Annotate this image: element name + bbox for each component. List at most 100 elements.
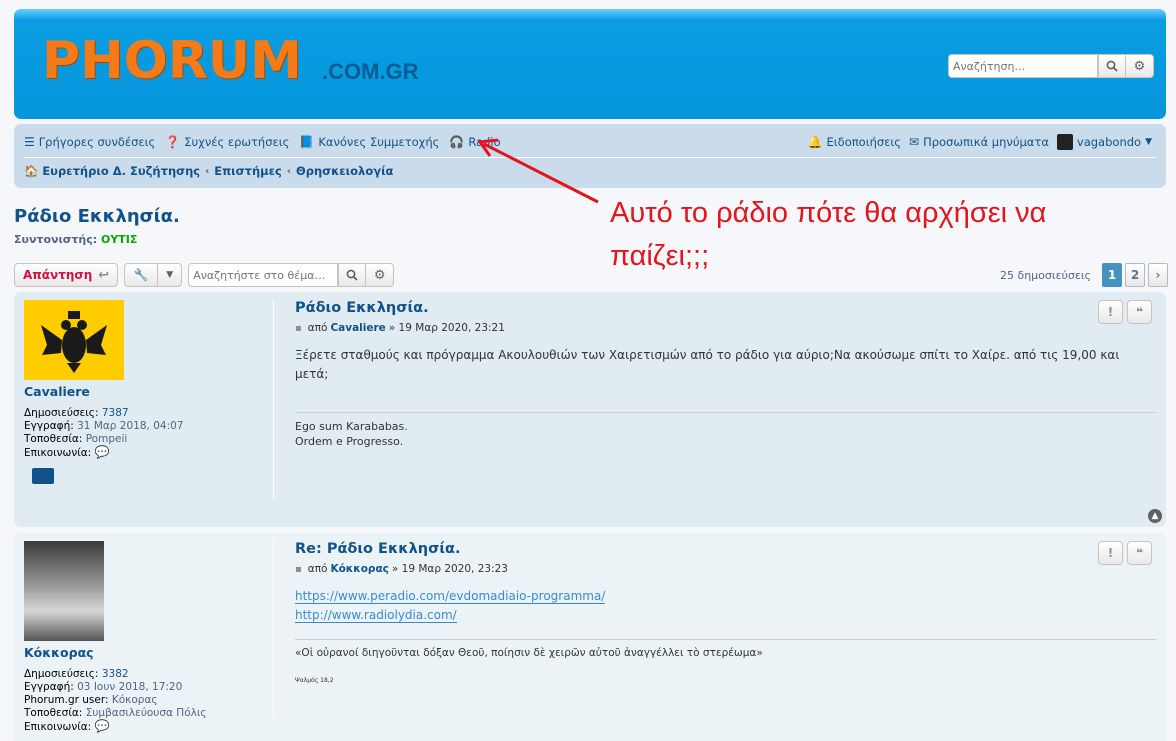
nav-user-links: 🔔 Ειδοποιήσεις ✉ Προσωπικά μηνύματα vagabo… (800, 134, 1156, 150)
post-content: https://www.peradio.com/evdomadiaio-prog… (295, 587, 1156, 625)
header-search: ⚙ (948, 54, 1154, 78)
post-profile: Cavaliere Δημοσιεύσεις: 7387 Εγγραφή: 31… (24, 300, 274, 484)
site-logo[interactable]: PHORUM (42, 31, 302, 91)
reply-button[interactable]: Απάντηση ↩ (14, 263, 119, 287)
quote-button[interactable]: ❝ (1127, 541, 1152, 565)
posts-count[interactable]: 7387 (102, 407, 129, 419)
moderator-name[interactable]: ΟΥΤΙΣ (101, 233, 137, 246)
topic-title[interactable]: Ράδιο Εκκλησία. (14, 206, 180, 227)
inbox-icon: ✉ (909, 135, 920, 149)
topic-search-button[interactable] (338, 263, 367, 287)
search-icon (346, 269, 358, 281)
avatar[interactable] (24, 541, 104, 641)
topic-search-input[interactable] (188, 263, 339, 287)
caret-down-icon: ▼ (166, 270, 174, 280)
contact-card-icon[interactable] (32, 468, 54, 484)
breadcrumb-religion[interactable]: Θρησκειολογία (296, 164, 394, 178)
signature-line: Ego sum Karababas. (295, 420, 408, 433)
signature-line: «Οἱ οὐρανοί διηγοῦνται δόξαν Θεοῦ, ποίησ… (295, 647, 763, 659)
post: Κόκκορας Δημοσιεύσεις: 3382 Εγγραφή: 03 … (14, 533, 1166, 741)
chat-bubble-icon[interactable]: 💬 (95, 445, 110, 459)
profile-divider (273, 541, 274, 717)
nav-rules[interactable]: 📘 Κανόνες Συμμετοχής (299, 135, 439, 149)
nav-faq[interactable]: ❓ Συχνές ερωτήσεις (165, 135, 289, 149)
by-label: από (307, 563, 328, 575)
user-value: Κόκορας (111, 694, 158, 706)
joined-date: 03 Ιουν 2018, 17:20 (77, 681, 183, 693)
location-label: Τοποθεσία: (24, 433, 83, 445)
site-header: PHORUM .COM.GR ⚙ (14, 9, 1166, 119)
topic-search: ⚙ (188, 263, 395, 287)
moderator-label: Συντονιστής: (14, 233, 98, 246)
signature-line: Ordem e Progresso. (295, 435, 404, 448)
chevron-right-icon: › (1155, 268, 1161, 282)
post-link[interactable]: https://www.peradio.com/evdomadiaio-prog… (295, 589, 606, 604)
contact-label: Επικοινωνία: (24, 447, 92, 459)
posts-label: Δημοσιεύσεις: (24, 407, 99, 419)
signature: «Οἱ οὐρανοί διηγοῦνται δόξαν Θεοῦ, ποίησ… (295, 639, 1156, 688)
avatar[interactable] (24, 300, 124, 380)
report-button[interactable]: ! (1098, 300, 1123, 324)
site-logo-suffix[interactable]: .COM.GR (322, 59, 419, 85)
header-search-input[interactable] (948, 54, 1098, 78)
pagination: 25 δημοσιεύσεις 1 2 › (1000, 263, 1168, 287)
post-author-line: ▪ από Cavaliere » 19 Μαρ 2020, 23:21 (295, 322, 1156, 334)
posts-label: Δημοσιεύσεις: (24, 668, 99, 680)
search-button[interactable] (1098, 54, 1126, 78)
quote-button[interactable]: ❝ (1127, 300, 1152, 324)
topic-tools-button[interactable]: 🔧 (124, 263, 159, 287)
nav-quick-links[interactable]: ☰ Γρήγορες συνδέσεις (24, 135, 155, 149)
breadcrumb-index[interactable]: Ευρετήριο Δ. Συζήτησης (42, 164, 200, 178)
action-bar: Απάντηση ↩ 🔧 ▼ ⚙ (14, 263, 395, 287)
annotation-arrow (477, 138, 599, 204)
page-1[interactable]: 1 (1102, 263, 1122, 287)
moderator-info: Συντονιστής: ΟΥΤΙΣ (14, 233, 137, 246)
chat-bubble-icon[interactable]: 💬 (95, 719, 110, 733)
menu-icon: ☰ (24, 135, 35, 149)
author-link[interactable]: Κόκκορας (330, 563, 388, 575)
gear-icon: ⚙ (373, 267, 386, 283)
post-date: » 19 Μαρ 2020, 23:23 (391, 563, 508, 575)
search-icon (1106, 60, 1118, 72)
location-label: Τοποθεσία: (24, 707, 83, 719)
post-author-name[interactable]: Κόκκορας (24, 645, 274, 660)
gear-icon: ⚙ (1133, 58, 1146, 74)
post-icon: ▪ (295, 322, 302, 334)
breadcrumb: 🏠 Ευρετήριο Δ. Συζήτησης ‹ Επιστήμες ‹ Θ… (24, 164, 393, 178)
post-body: Ράδιο Εκκλησία. ▪ από Cavaliere » 19 Μαρ… (295, 300, 1156, 449)
report-button[interactable]: ! (1098, 541, 1123, 565)
chevron-left-icon: ‹ (205, 165, 210, 177)
post: Cavaliere Δημοσιεύσεις: 7387 Εγγραφή: 31… (14, 292, 1166, 527)
post-author-name[interactable]: Cavaliere (24, 384, 274, 399)
topic-advanced-search-button[interactable]: ⚙ (366, 263, 395, 287)
joined-label: Εγγραφή: (24, 420, 74, 432)
topic-tools-dropdown[interactable]: ▼ (158, 263, 183, 287)
exclamation-icon: ! (1107, 546, 1114, 560)
quote-icon: ❝ (1135, 546, 1144, 560)
nav-private-messages[interactable]: ✉ Προσωπικά μηνύματα (909, 135, 1049, 149)
author-link[interactable]: Cavaliere (330, 322, 385, 334)
double-headed-eagle-image (41, 311, 107, 373)
post-content: Ξέρετε σταθμούς και πρόγραμμα Ακουλουθιώ… (295, 348, 1120, 381)
post-title[interactable]: Ράδιο Εκκλησία. (295, 300, 1156, 316)
next-page-button[interactable]: › (1148, 263, 1168, 287)
page-2[interactable]: 2 (1125, 263, 1145, 287)
signature-line: Ψαλμός 18,2 (295, 677, 334, 684)
posts-count[interactable]: 3382 (102, 668, 129, 680)
post-profile: Κόκκορας Δημοσιεύσεις: 3382 Εγγραφή: 03 … (24, 541, 274, 734)
post-title[interactable]: Re: Ράδιο Εκκλησία. (295, 541, 1156, 557)
post-link[interactable]: http://www.radiolydia.com/ (295, 608, 457, 623)
wrench-icon: 🔧 (133, 268, 149, 282)
exclamation-icon: ! (1107, 305, 1114, 319)
headphones-icon: 🎧 (449, 135, 465, 149)
nav-notifications[interactable]: 🔔 Ειδοποιήσεις (808, 135, 901, 149)
nav-messages-label: Προσωπικά μηνύματα (923, 135, 1049, 149)
breadcrumb-sciences[interactable]: Επιστήμες (214, 164, 282, 178)
advanced-search-button[interactable]: ⚙ (1126, 54, 1154, 78)
nav-rules-label: Κανόνες Συμμετοχής (318, 135, 440, 149)
back-to-top-button[interactable]: ▲ (1148, 509, 1162, 523)
nav-user-menu[interactable]: vagabondo ▼ (1056, 134, 1156, 150)
topic-tools: 🔧 ▼ (124, 263, 183, 287)
question-icon: ❓ (165, 135, 181, 149)
post-buttons: ! ❝ (1094, 541, 1152, 565)
